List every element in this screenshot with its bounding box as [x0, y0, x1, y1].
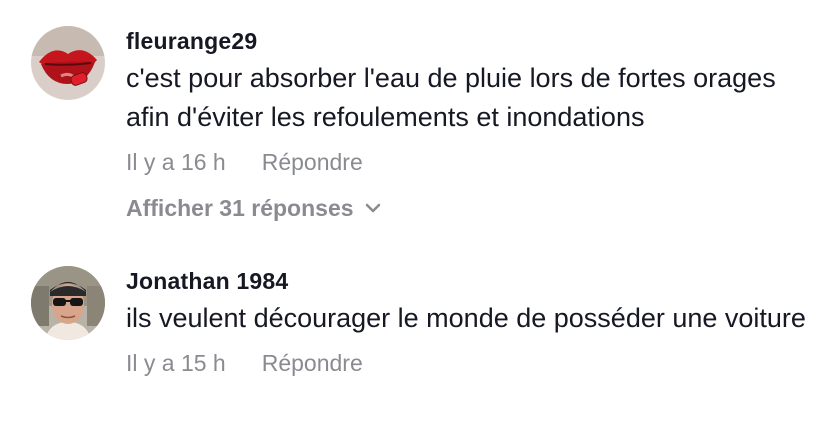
- view-replies-label: Afficher 31 réponses: [126, 195, 354, 221]
- avatar[interactable]: [31, 26, 105, 100]
- comment-meta: Il y a 16 h Répondre: [126, 147, 816, 177]
- view-replies-button[interactable]: Afficher 31 réponses: [126, 193, 816, 223]
- comment-text: c'est pour absorber l'eau de pluie lors …: [126, 63, 776, 132]
- man-sunglasses-icon: [31, 266, 105, 340]
- comment-timestamp: Il y a 15 h: [126, 350, 226, 376]
- avatar[interactable]: [31, 266, 105, 340]
- red-lips-icon: [31, 26, 105, 100]
- comment-username[interactable]: fleurange29: [126, 26, 816, 56]
- comment-timestamp: Il y a 16 h: [126, 149, 226, 175]
- reply-button[interactable]: Répondre: [262, 147, 363, 177]
- chevron-down-icon: [364, 202, 382, 214]
- comment-meta: Il y a 15 h Répondre: [126, 348, 816, 378]
- reply-button[interactable]: Répondre: [262, 348, 363, 378]
- comment-username[interactable]: Jonathan 1984: [126, 266, 816, 296]
- comment-text: ils veulent décourager le monde de possé…: [126, 303, 806, 333]
